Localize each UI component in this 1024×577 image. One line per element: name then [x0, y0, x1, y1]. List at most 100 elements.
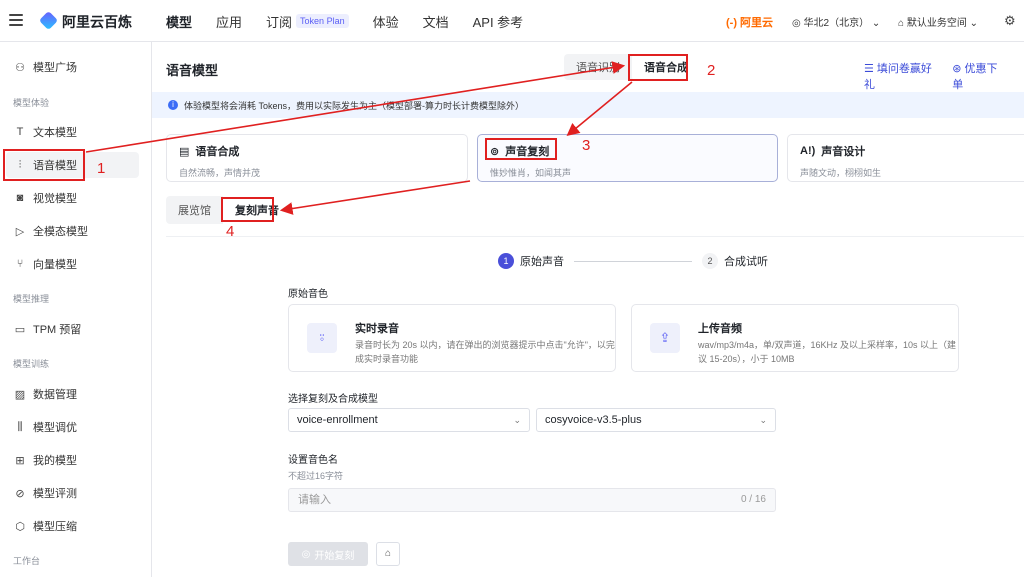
apps-icon: ⚇ [15, 61, 25, 74]
sidebar-item-omni-model[interactable]: ▷ 全模态模型 [0, 218, 140, 244]
char-counter: 0 / 16 [740, 494, 766, 505]
sidebar-group-label: 模型训练 [13, 359, 50, 369]
step-number: 2 [702, 253, 718, 269]
speech-icon: ▤ [179, 145, 190, 158]
nav-experience[interactable]: 体验 [373, 12, 399, 31]
workspace-label: 默认业务空间 [906, 18, 967, 29]
chevron-down-icon: ⌄ [969, 18, 978, 29]
sidebar-item-vision-model[interactable]: ◙ 视觉模型 [0, 185, 140, 211]
sidebar-item-model-compress[interactable]: ⬡ 模型压缩 [0, 513, 140, 539]
name-hint: 不超过16字符 [288, 471, 344, 481]
sidebar-item-label: 文本模型 [33, 127, 77, 139]
sidebar-item-label: 我的模型 [33, 455, 77, 467]
enrollment-model-select[interactable]: voice-enrollment ⌄ [288, 408, 530, 432]
sidebar-group-label: 工作台 [13, 556, 41, 566]
tab-speech-recognition[interactable]: 语音识别 [564, 54, 632, 80]
option-realtime-record[interactable]: ⍤ 实时录音 录音时长为 20s 以内，请在弹出的浏览器提示中点击"允许"，以完… [288, 304, 616, 372]
sidebar-item-label: 模型广场 [33, 62, 77, 74]
sidebar-item-label: TPM 预留 [33, 324, 82, 336]
survey-link-label: 填问卷赢好礼 [864, 63, 932, 91]
card-title: A!) 声音设计 [800, 143, 1012, 159]
card-desc: 惟妙惟肖，如闻其声 [490, 168, 572, 178]
sidebar-group-label: 模型推理 [13, 294, 50, 304]
gear-icon[interactable]: ⚙ [1004, 13, 1016, 29]
sidebar-group-label: 模型体验 [13, 98, 50, 108]
nav-apps[interactable]: 应用 [216, 12, 242, 31]
annotation-number: 1 [97, 160, 106, 177]
model-section-label: 选择复刻及合成模型 [288, 394, 378, 405]
region-selector[interactable]: ◎ 华北2（北京） ⌄ [792, 14, 880, 29]
steps: 1 原始声音 2 合成试听 [498, 252, 768, 270]
notice-bar: i 体验模型将会消耗 Tokens，费用以实际发生为主（模型部署-算力时长计费模… [152, 92, 1024, 118]
home-icon: ⌂ [898, 18, 905, 29]
region-label: 华北2（北京） [803, 18, 870, 29]
sliders-icon: ⫼ [17, 420, 23, 433]
card-title-label: 语音合成 [195, 146, 240, 158]
top-links: ☰ 填问卷赢好礼 ⊛ 优惠下单 [864, 60, 1024, 92]
synthesis-model-select[interactable]: cosyvoice-v3.5-plus ⌄ [536, 408, 776, 432]
microphone-icon: ⍤ [307, 323, 337, 353]
sidebar-item-label: 全模态模型 [33, 226, 88, 238]
card-desc: 自然流畅，声情并茂 [179, 168, 261, 178]
card-desc: 声随文动，栩栩如生 [800, 168, 882, 178]
start-clone-button[interactable]: ◎ 开始复刻 [288, 542, 368, 566]
option-upload-audio[interactable]: ⇪ 上传音频 wav/mp3/m4a，单/双声道，16KHz 及以上采样率，10… [631, 304, 959, 372]
token-plan-badge: Token Plan [296, 14, 349, 28]
camera-icon: ◙ [16, 192, 24, 204]
nav-models[interactable]: 模型 [166, 12, 192, 31]
sidebar-item-label: 模型调优 [33, 422, 77, 434]
sidebar-item-model-square[interactable]: ⚇ 模型广场 [0, 54, 140, 80]
top-bar: 阿里云百炼 模型 应用 订阅 Token Plan 体验 文档 API 参考 (-… [0, 0, 1024, 42]
step-connector [574, 260, 692, 262]
brand-name[interactable]: 阿里云百炼 [62, 12, 132, 32]
voice-name-input[interactable]: 请输入 0 / 16 [288, 488, 776, 512]
sidebar-item-text-model[interactable]: T 文本模型 [0, 119, 140, 145]
workspace-selector[interactable]: ⌂ 默认业务空间 ⌄ [898, 14, 978, 29]
option-desc: wav/mp3/m4a，单/双声道，16KHz 及以上采样率，10s 以上（建议… [698, 340, 957, 364]
sidebar-item-data-management[interactable]: ▨ 数据管理 [0, 381, 140, 407]
survey-link[interactable]: ☰ 填问卷赢好礼 [864, 60, 934, 92]
grid-icon: ⊞ [15, 454, 25, 467]
page-title: 语音模型 [166, 63, 219, 78]
sidebar-item-tpm-reserve[interactable]: ▭ TPM 预留 [0, 316, 140, 342]
location-icon: ◎ [792, 18, 801, 29]
compass-icon: ⊘ [15, 487, 25, 500]
option-desc: 录音时长为 20s 以内，请在弹出的浏览器提示中点击"允许"，以完成实时录音功能 [355, 340, 615, 364]
voice-section-label: 原始音色 [288, 289, 328, 300]
sidebar-item-label: 模型压缩 [33, 521, 77, 533]
aliyun-logo[interactable]: (-) 阿里云 [726, 14, 773, 30]
chevron-down-icon: ⌄ [513, 415, 521, 425]
sidebar-item-model-tuning[interactable]: ⫼ 模型调优 [0, 414, 140, 440]
step-label: 原始声音 [520, 256, 564, 268]
nav-subscription[interactable]: 订阅 Token Plan [266, 12, 349, 31]
start-clone-label: 开始复刻 [314, 550, 355, 562]
select-value: cosyvoice-v3.5-plus [545, 414, 642, 426]
sidebar-item-vector-model[interactable]: ⑂ 向量模型 [0, 251, 140, 277]
subtab-gallery[interactable]: 展览馆 [166, 196, 223, 224]
card-title: ▤ 语音合成 [179, 143, 455, 159]
annotation-number: 4 [226, 223, 235, 240]
sidebar-item-my-models[interactable]: ⊞ 我的模型 [0, 447, 140, 473]
box-icon: ▭ [14, 323, 26, 336]
nav-docs[interactable]: 文档 [423, 12, 449, 31]
annotation-box-3 [485, 138, 557, 160]
cube-icon: ⬡ [15, 520, 25, 533]
option-title: 实时录音 [355, 323, 399, 335]
notice-text: 体验模型将会消耗 Tokens，费用以实际发生为主（模型部署-算力时长计费模型除… [184, 100, 525, 111]
step-label: 合成试听 [724, 256, 768, 268]
discount-link[interactable]: ⊛ 优惠下单 [952, 60, 1006, 92]
logo-icon [38, 10, 59, 31]
nav-subscription-label: 订阅 [266, 14, 293, 30]
input-placeholder: 请输入 [298, 494, 331, 506]
card-speech-synthesis[interactable]: ▤ 语音合成 自然流畅，声情并茂 [166, 134, 468, 182]
sidebar-item-label: 视觉模型 [33, 193, 77, 205]
discount-link-label: 优惠下单 [952, 63, 998, 91]
menu-icon[interactable] [9, 14, 23, 26]
start-icon: ◎ [301, 548, 311, 560]
nav-api-reference[interactable]: API 参考 [473, 12, 524, 31]
clear-icon[interactable]: ⌂ [376, 542, 400, 566]
sidebar-item-label: 模型评测 [33, 488, 77, 500]
ai-icon: A!) [800, 145, 816, 157]
card-voice-design[interactable]: A!) 声音设计 声随文动，栩栩如生 [787, 134, 1024, 182]
sidebar-item-model-eval[interactable]: ⊘ 模型评测 [0, 480, 140, 506]
